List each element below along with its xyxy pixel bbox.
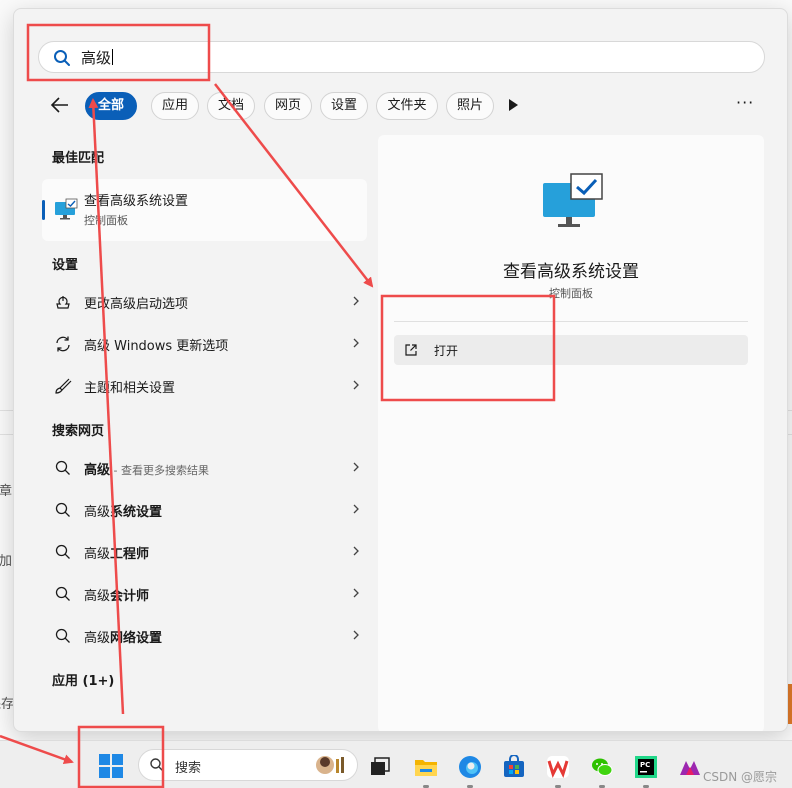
- section-title-best-match: 最佳匹配: [52, 151, 105, 166]
- web-result-item[interactable]: 高级网络设置: [42, 617, 367, 655]
- section-title-apps[interactable]: 应用 (1+): [52, 670, 114, 689]
- settings-item-label: 主题和相关设置: [84, 381, 176, 396]
- search-icon: [55, 460, 70, 475]
- more-filters-arrow-icon[interactable]: [509, 99, 518, 111]
- search-box[interactable]: 高级: [38, 41, 765, 73]
- chevron-right-icon: [353, 380, 359, 390]
- open-button[interactable]: 打开: [394, 335, 748, 365]
- filter-chip-web[interactable]: 网页: [264, 92, 312, 120]
- divider: [394, 321, 748, 322]
- best-match-category: 控制面板: [84, 214, 128, 227]
- brush-icon: [55, 378, 72, 394]
- chevron-right-icon: [353, 462, 359, 472]
- edge-icon[interactable]: [458, 755, 482, 779]
- web-result-label: 高级工程师: [84, 547, 150, 562]
- system-settings-monitor-icon: [543, 173, 603, 227]
- filter-chip-apps[interactable]: 应用: [151, 92, 199, 120]
- web-result-label: 高级系统设置: [84, 505, 163, 520]
- startup-icon: [56, 296, 70, 309]
- best-match-title: 查看高级系统设置: [84, 194, 189, 209]
- settings-item-windows-update[interactable]: 高级 Windows 更新选项: [42, 325, 367, 363]
- filter-bar: 全部 应用 文档 网页 设置 文件夹 照片 ···: [42, 89, 772, 121]
- refresh-icon: [56, 336, 70, 352]
- background-text: 添加: [0, 554, 13, 569]
- search-icon: [150, 758, 164, 772]
- taskbar-search-label: 搜索: [175, 761, 202, 776]
- filter-chip-all[interactable]: 全部: [85, 92, 137, 120]
- web-result-item[interactable]: 高级 - 查看更多搜索结果: [42, 449, 367, 487]
- web-result-label: 高级 - 查看更多搜索结果: [84, 463, 209, 478]
- web-result-item[interactable]: 高级会计师: [42, 575, 367, 613]
- chevron-right-icon: [353, 588, 359, 598]
- search-icon: [54, 50, 70, 66]
- web-result-label: 高级会计师: [84, 589, 150, 604]
- section-title-settings: 设置: [52, 258, 79, 273]
- chevron-right-icon: [353, 630, 359, 640]
- search-icon: [55, 586, 70, 601]
- filter-chip-folders[interactable]: 文件夹: [376, 92, 438, 120]
- taskbar: 搜索 PC CSDN @愿宗: [0, 740, 792, 788]
- filter-chip-docs[interactable]: 文档: [207, 92, 255, 120]
- clip-icon[interactable]: [678, 755, 702, 779]
- settings-item-themes[interactable]: 主题和相关设置: [42, 367, 367, 405]
- preview-category: 控制面板: [549, 287, 593, 300]
- wps-icon[interactable]: [546, 755, 570, 779]
- chevron-right-icon: [353, 546, 359, 556]
- taskbar-search-box[interactable]: 搜索: [138, 749, 358, 781]
- open-external-icon: [405, 344, 417, 356]
- selection-indicator: [42, 200, 45, 220]
- back-arrow-icon[interactable]: [48, 93, 72, 117]
- search-icon: [55, 502, 70, 517]
- windows-start-icon[interactable]: [98, 753, 124, 779]
- file-explorer-icon[interactable]: [414, 755, 438, 779]
- svg-text:PC: PC: [640, 761, 650, 769]
- start-search-panel: 高级 全部 应用 文档 网页 设置 文件夹 照片 ··· 最佳匹配 查看高级系统…: [13, 8, 788, 732]
- settings-item-label: 更改高级启动选项: [84, 297, 189, 312]
- filter-chip-photos[interactable]: 照片: [446, 92, 494, 120]
- search-icon: [55, 544, 70, 559]
- section-title-web-search: 搜索网页: [52, 424, 105, 439]
- wechat-icon[interactable]: [590, 755, 614, 779]
- chevron-right-icon: [353, 504, 359, 514]
- pycharm-icon[interactable]: PC: [634, 755, 658, 779]
- store-icon[interactable]: [502, 755, 526, 779]
- web-result-label: 高级网络设置: [84, 631, 163, 646]
- chevron-right-icon: [353, 338, 359, 348]
- search-highlight-icon: [316, 756, 344, 774]
- settings-item-label: 高级 Windows 更新选项: [84, 339, 229, 354]
- background-text: 保存: [0, 697, 15, 712]
- preview-title: 查看高级系统设置: [503, 262, 639, 282]
- preview-pane: 查看高级系统设置 控制面板 打开: [378, 135, 764, 731]
- best-match-item[interactable]: 查看高级系统设置 控制面板: [42, 179, 367, 241]
- watermark: CSDN @愿宗: [703, 770, 778, 784]
- settings-item-advanced-startup[interactable]: 更改高级启动选项: [42, 283, 367, 321]
- filter-chip-settings[interactable]: 设置: [320, 92, 368, 120]
- more-options-icon[interactable]: ···: [736, 93, 754, 112]
- chevron-right-icon: [353, 296, 359, 306]
- open-button-label: 打开: [434, 344, 459, 358]
- background-text: 文章: [0, 484, 13, 499]
- web-result-item[interactable]: 高级系统设置: [42, 491, 367, 529]
- system-settings-monitor-icon: [55, 198, 78, 220]
- search-input[interactable]: 高级: [81, 47, 114, 68]
- search-icon: [55, 628, 70, 643]
- task-view-icon[interactable]: [368, 755, 392, 779]
- web-result-item[interactable]: 高级工程师: [42, 533, 367, 571]
